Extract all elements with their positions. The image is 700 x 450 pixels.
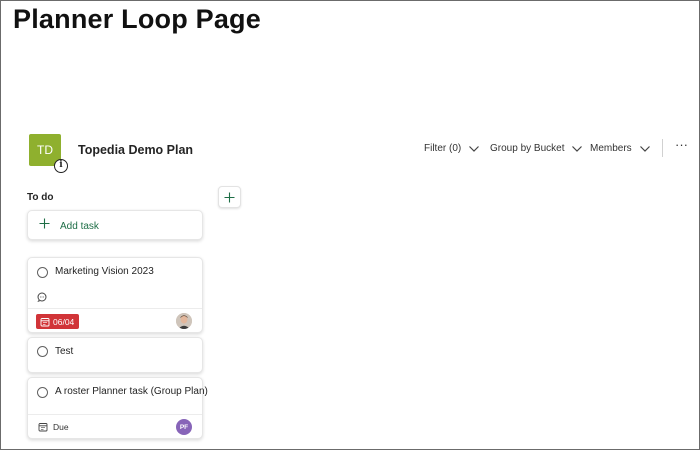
calendar-icon bbox=[38, 423, 48, 432]
plan-avatar-initials: TD bbox=[37, 143, 53, 157]
task-title[interactable]: Marketing Vision 2023 bbox=[55, 266, 154, 277]
calendar-icon bbox=[40, 317, 50, 326]
info-icon[interactable]: i bbox=[54, 159, 68, 173]
chevron-down-icon bbox=[572, 145, 583, 152]
task-title[interactable]: A roster Planner task (Group Plan) bbox=[55, 386, 208, 397]
filter-button[interactable]: Filter (0) bbox=[424, 143, 480, 154]
chevron-down-icon bbox=[469, 145, 480, 152]
complete-task-checkbox[interactable] bbox=[37, 346, 48, 357]
page-title: Planner Loop Page bbox=[13, 4, 261, 34]
assignee-avatar[interactable]: PF bbox=[176, 419, 192, 435]
add-task-label: Add task bbox=[60, 221, 99, 232]
group-by-label: Group by Bucket bbox=[490, 143, 565, 154]
toolbar-divider bbox=[662, 139, 663, 157]
due-label[interactable]: Due bbox=[53, 422, 69, 432]
plus-icon bbox=[39, 218, 50, 229]
due-date-text: 06/04 bbox=[53, 316, 75, 327]
complete-task-checkbox[interactable] bbox=[37, 267, 48, 278]
task-footer: 06/04 bbox=[28, 308, 202, 332]
task-card[interactable]: A roster Planner task (Group Plan) Due P… bbox=[27, 377, 208, 439]
chevron-down-icon bbox=[639, 145, 650, 152]
task-card[interactable]: Marketing Vision 2023 06/04 bbox=[27, 257, 203, 333]
task-card[interactable]: Test bbox=[27, 337, 203, 373]
plan-header: TD i Topedia Demo Plan Filter (0) Group … bbox=[29, 134, 694, 174]
add-task-button[interactable]: Add task bbox=[27, 210, 203, 240]
person-photo-icon bbox=[176, 313, 192, 329]
members-label: Members bbox=[590, 143, 632, 154]
complete-task-checkbox[interactable] bbox=[37, 387, 48, 398]
comment-icon bbox=[37, 292, 47, 302]
bucket-title[interactable]: To do bbox=[27, 192, 53, 203]
group-by-button[interactable]: Group by Bucket bbox=[490, 143, 583, 154]
filter-label: Filter (0) bbox=[424, 143, 462, 154]
plan-name[interactable]: Topedia Demo Plan bbox=[78, 143, 193, 157]
task-footer: Due PF bbox=[28, 414, 202, 438]
members-button[interactable]: Members bbox=[590, 143, 651, 154]
add-bucket-button[interactable] bbox=[218, 186, 241, 208]
more-options-button[interactable]: ··· bbox=[675, 137, 688, 152]
plus-icon bbox=[224, 192, 235, 202]
due-date-badge[interactable]: 06/04 bbox=[36, 314, 79, 329]
assignee-initials: PF bbox=[179, 423, 189, 431]
task-title[interactable]: Test bbox=[55, 346, 73, 357]
assignee-avatar[interactable] bbox=[176, 313, 192, 329]
